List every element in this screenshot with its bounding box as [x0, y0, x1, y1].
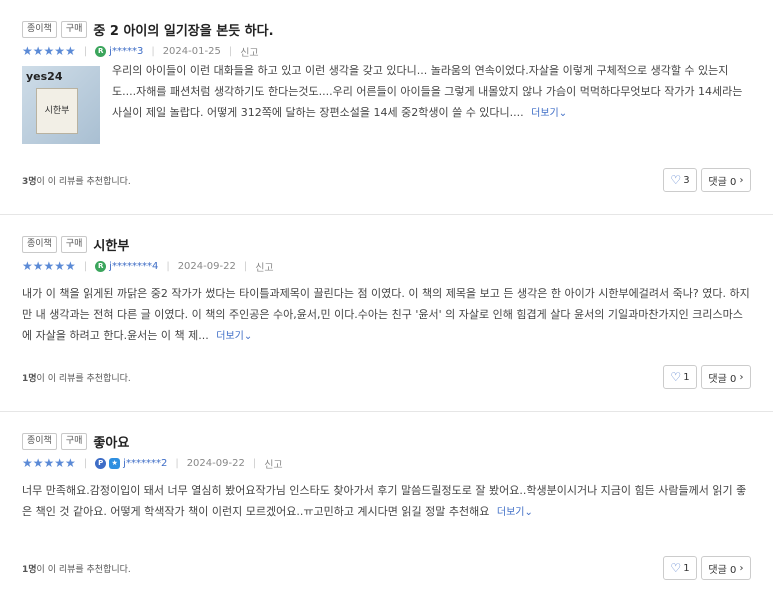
review-text: 너무 만족해요.감정이입이 돼서 너무 열심히 봤어요작가님 인스타도 찾아가서…: [22, 484, 747, 518]
comment-label: 댓글 0: [708, 564, 737, 576]
reviewer-badge-icon: P: [95, 457, 107, 469]
reviewer-id[interactable]: j*******2: [123, 458, 167, 469]
star-rating: ★★★★★: [22, 456, 76, 470]
review-footer: 1명이 이 리뷰를 추천합니다. ♡ 1 댓글 0 ›: [22, 556, 751, 580]
recommend-count: 1명: [22, 373, 37, 384]
purchase-tag: 구매: [60, 20, 88, 38]
review-footer: 1명이 이 리뷰를 추천합니다. ♡ 1 댓글 0 ›: [22, 365, 751, 389]
review-title: 시한부: [93, 238, 130, 254]
review-meta: ★★★★★ | R j********4 | 2024-09-22 | 신고: [22, 259, 274, 274]
review-text: 내가 이 책을 읽게된 까닭은 중2 작가가 썼다는 타이틀과제목이 끌린다는 …: [22, 287, 750, 342]
heart-icon: ♡: [670, 370, 682, 384]
yes24-logo: yes24: [26, 70, 63, 83]
review-item: 종이책 구매 중 2 아이의 일기장을 본듯 하다. ★★★★★ | R j**…: [0, 0, 773, 214]
reviewer-id[interactable]: j*****3: [109, 46, 143, 57]
star-rating: ★★★★★: [22, 259, 76, 273]
review-text: 우리의 아이들이 이런 대화들을 하고 있고 이런 생각을 갖고 있다니... …: [112, 64, 743, 119]
like-count: 1: [683, 371, 690, 383]
recommend-text: 이 이 리뷰를 추천합니다.: [36, 373, 131, 384]
review-item: 종이책 구매 시한부 ★★★★★ | R j********4 | 2024-0…: [0, 214, 773, 411]
book-cover: 시한부: [36, 88, 78, 134]
report-link[interactable]: 신고: [255, 259, 273, 274]
format-tag: 종이책: [22, 432, 57, 450]
report-link[interactable]: 신고: [264, 456, 282, 471]
more-link[interactable]: 더보기⌄: [497, 507, 533, 518]
comment-button[interactable]: 댓글 0 ›: [701, 365, 751, 389]
chevron-right-icon: ›: [736, 174, 744, 186]
review-body: 내가 이 책을 읽게된 까닭은 중2 작가가 썼다는 타이틀과제목이 끌린다는 …: [22, 283, 751, 347]
review-title-row: 종이책 구매 시한부: [22, 215, 751, 255]
review-item: 종이책 구매 좋아요 ★★★★★ | P ★ j*******2 | 2024-…: [0, 411, 773, 602]
review-date: 2024-09-22: [186, 457, 245, 469]
star-badge-icon: ★: [109, 457, 121, 469]
review-title-row: 종이책 구매 좋아요: [22, 412, 751, 452]
comment-button[interactable]: 댓글 0 ›: [701, 556, 751, 580]
format-tag: 종이책: [22, 235, 57, 253]
review-photo-thumbnail[interactable]: yes24 시한부: [22, 66, 100, 144]
format-tag: 종이책: [22, 20, 57, 38]
star-rating: ★★★★★: [22, 44, 76, 58]
recommend-count: 1명: [22, 564, 37, 575]
purchase-tag: 구매: [60, 235, 88, 253]
chevron-down-icon: ⌄: [243, 331, 253, 342]
chevron-right-icon: ›: [736, 562, 744, 574]
review-meta: ★★★★★ | P ★ j*******2 | 2024-09-22 | 신고: [22, 456, 283, 471]
like-count: 1: [683, 562, 690, 574]
review-body: 너무 만족해요.감정이입이 돼서 너무 열심히 봤어요작가님 인스타도 찾아가서…: [22, 480, 751, 523]
heart-icon: ♡: [670, 561, 682, 575]
review-title: 중 2 아이의 일기장을 본듯 하다.: [93, 23, 274, 39]
chevron-down-icon: ⌄: [558, 108, 568, 119]
recommend-summary: 3명이 이 리뷰를 추천합니다.: [22, 174, 131, 187]
recommend-count: 3명: [22, 176, 37, 187]
recommend-text: 이 이 리뷰를 추천합니다.: [36, 176, 131, 187]
chevron-down-icon: ⌄: [524, 507, 533, 518]
heart-icon: ♡: [670, 173, 682, 187]
review-title: 좋아요: [93, 435, 130, 451]
review-date: 2024-01-25: [162, 45, 221, 57]
review-date: 2024-09-22: [177, 260, 236, 272]
review-meta: ★★★★★ | R j*****3 | 2024-01-25 | 신고: [22, 44, 259, 59]
report-link[interactable]: 신고: [240, 44, 258, 59]
reviewer-id[interactable]: j********4: [109, 261, 158, 272]
recommend-summary: 1명이 이 리뷰를 추천합니다.: [22, 371, 131, 384]
reviewer-badge-icon: R: [95, 45, 107, 57]
like-count: 3: [683, 174, 690, 186]
chevron-right-icon: ›: [736, 371, 744, 383]
recommend-text: 이 이 리뷰를 추천합니다.: [36, 564, 131, 575]
review-body: 우리의 아이들이 이런 대화들을 하고 있고 이런 생각을 갖고 있다니... …: [112, 60, 751, 144]
comment-label: 댓글 0: [708, 176, 737, 188]
like-button[interactable]: ♡ 3: [663, 168, 697, 192]
more-link[interactable]: 더보기⌄: [531, 108, 567, 119]
like-button[interactable]: ♡ 1: [663, 556, 697, 580]
reviewer-badge-icon: R: [95, 260, 107, 272]
recommend-summary: 1명이 이 리뷰를 추천합니다.: [22, 562, 131, 575]
comment-button[interactable]: 댓글 0 ›: [701, 168, 751, 192]
more-link[interactable]: 더보기⌄: [216, 331, 252, 342]
like-button[interactable]: ♡ 1: [663, 365, 697, 389]
review-footer: 3명이 이 리뷰를 추천합니다. ♡ 3 댓글 0 ›: [22, 168, 751, 192]
comment-label: 댓글 0: [708, 373, 737, 385]
review-title-row: 종이책 구매 중 2 아이의 일기장을 본듯 하다.: [22, 0, 751, 40]
purchase-tag: 구매: [60, 432, 88, 450]
